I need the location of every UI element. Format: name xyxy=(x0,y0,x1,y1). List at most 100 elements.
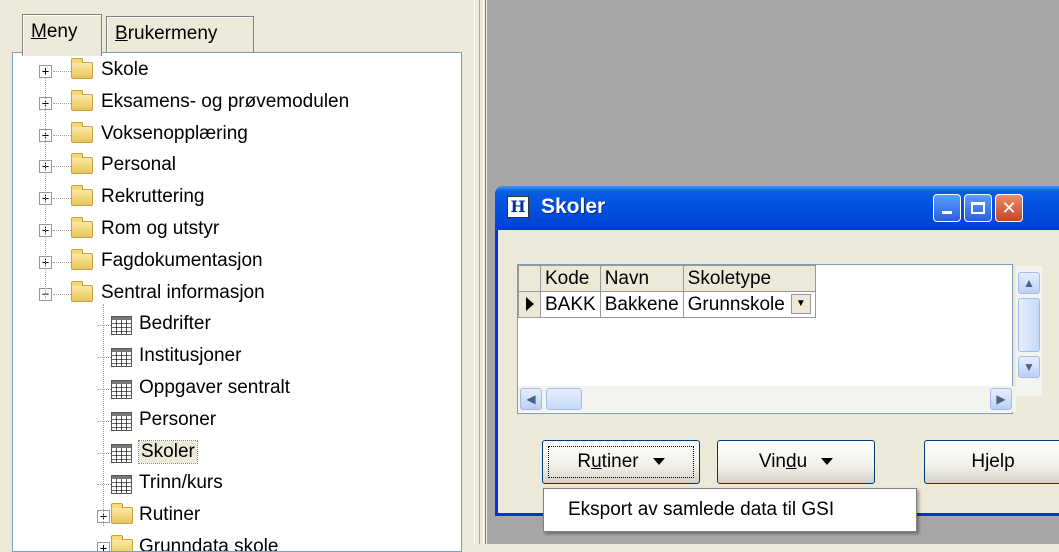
tree-node[interactable]: + Fagdokumentasjon xyxy=(13,247,461,278)
vindu-label-b: u xyxy=(796,451,808,472)
vindu-label-a: Vin xyxy=(758,451,786,472)
horizontal-scroll-thumb[interactable] xyxy=(546,388,582,410)
tab-meny-accel: M xyxy=(31,21,47,42)
mdi-workspace: H Skoler ✕ Kode Navn Skoletype BAKK Bakk… xyxy=(487,0,1059,544)
scroll-left-icon[interactable]: ◀ xyxy=(520,388,542,410)
tree-connector xyxy=(53,166,71,168)
tree-connector xyxy=(53,198,71,200)
tree-connector xyxy=(53,230,71,231)
scroll-right-icon[interactable]: ▶ xyxy=(990,388,1012,410)
app-icon[interactable]: H xyxy=(507,196,529,218)
hjelp-label-a: H xyxy=(971,451,986,472)
tree-connector xyxy=(53,102,71,104)
tree-node[interactable]: − Sentral informasjon xyxy=(13,279,461,310)
tree-connector xyxy=(53,71,71,72)
tree-connector xyxy=(97,420,111,422)
tree-node-label: Rekruttering xyxy=(101,186,205,208)
tree-connector xyxy=(97,452,111,454)
hjelp-button[interactable]: Hjelp xyxy=(924,440,1059,484)
cell-skoletype[interactable]: Grunnskole ▼ xyxy=(682,291,816,318)
close-icon: ✕ xyxy=(1001,198,1017,218)
table-icon xyxy=(111,411,132,431)
folder-icon xyxy=(71,89,93,111)
tab-brukermeny-label: rukermeny xyxy=(127,23,218,44)
minimize-button[interactable] xyxy=(933,194,961,222)
close-button[interactable]: ✕ xyxy=(995,194,1023,222)
skoler-window: H Skoler ✕ Kode Navn Skoletype BAKK Bakk… xyxy=(495,186,1059,516)
horizontal-scrollbar[interactable] xyxy=(518,386,1016,412)
tab-brukermeny-accel: B xyxy=(115,23,128,44)
tree-node[interactable]: + Rekruttering xyxy=(13,183,461,214)
tree-node-label: Skoler xyxy=(138,439,198,464)
column-header-skoletype[interactable]: Skoletype xyxy=(682,265,816,292)
tree-connector xyxy=(53,293,71,295)
tree-node[interactable]: + Rutiner xyxy=(13,501,461,532)
folder-icon xyxy=(71,280,93,302)
tree-node-label: Personer xyxy=(139,408,217,430)
expand-icon[interactable]: + xyxy=(39,65,52,78)
tree-connector xyxy=(53,261,71,263)
column-header-navn[interactable]: Navn xyxy=(599,265,684,292)
scroll-down-icon[interactable]: ▼ xyxy=(1018,356,1040,378)
cell-navn[interactable]: Bakkene xyxy=(599,291,684,318)
chevron-down-icon xyxy=(821,458,834,466)
folder-icon xyxy=(71,248,93,270)
maximize-button[interactable] xyxy=(964,194,992,222)
folder-icon xyxy=(71,58,93,79)
tree-node[interactable]: + Personal xyxy=(13,151,461,182)
vertical-scroll-thumb[interactable] xyxy=(1018,298,1040,352)
tree-node[interactable]: + Voksenopplæring xyxy=(13,120,461,151)
tree-node-label: Rutiner xyxy=(139,504,201,526)
tree-guide-line xyxy=(103,303,104,527)
scroll-up-icon[interactable]: ▲ xyxy=(1018,272,1040,294)
cell-kode[interactable]: BAKK xyxy=(540,291,601,318)
table-icon xyxy=(111,316,132,336)
tree-node-label: Skole xyxy=(101,59,149,80)
tree-node-label: Bedrifter xyxy=(139,313,211,335)
tree-node[interactable]: Oppgaver sentralt xyxy=(13,374,461,405)
hjelp-label-b: elp xyxy=(989,451,1015,472)
tab-brukermeny[interactable]: Brukermeny xyxy=(106,16,254,52)
tree-node-label: Oppgaver sentralt xyxy=(139,377,291,398)
folder-icon xyxy=(71,217,93,238)
tree-node[interactable]: Skoler xyxy=(13,438,461,469)
cell-skoletype-value: Grunnskole xyxy=(687,293,785,315)
menu-tree[interactable]: + Skole + Eksamens- og prøvemodulen + Vokseno… xyxy=(12,52,462,552)
tree-node[interactable]: + Eksamens- og prøvemodulen xyxy=(13,88,461,119)
rutiner-button[interactable]: Rutiner xyxy=(542,440,700,484)
skoletype-dropdown-button[interactable]: ▼ xyxy=(790,294,811,315)
tab-meny[interactable]: Meny xyxy=(22,14,102,56)
window-titlebar[interactable]: H Skoler ✕ xyxy=(495,186,1059,230)
tree-node-label: Voksenopplæring xyxy=(101,122,248,144)
menu-item-eksport[interactable]: Eksport av samlede data til GSI xyxy=(568,499,834,521)
tree-node[interactable]: + Rom og utstyr xyxy=(13,215,461,246)
tree-node[interactable]: Institusjoner xyxy=(13,342,461,373)
tree-connector xyxy=(97,484,111,486)
tree-connector xyxy=(97,357,111,359)
table-icon xyxy=(111,380,132,399)
grid-table: Kode Navn Skoletype BAKK Bakkene Grunnsk… xyxy=(518,265,816,318)
current-row-icon xyxy=(525,297,534,312)
tree-node[interactable]: Bedrifter xyxy=(13,310,461,341)
vindu-accel: d xyxy=(785,451,797,472)
tab-meny-label: eny xyxy=(46,21,78,42)
minimize-icon xyxy=(942,211,952,214)
table-icon xyxy=(111,475,132,495)
panel-splitter[interactable] xyxy=(474,0,486,544)
folder-icon xyxy=(111,535,133,551)
tree-node-label: Sentral informasjon xyxy=(101,281,265,303)
maximize-icon xyxy=(971,202,985,214)
tree-guide-line xyxy=(45,78,46,301)
vindu-button[interactable]: Vindu xyxy=(717,440,875,484)
tree-node[interactable]: + Skole xyxy=(13,56,461,87)
table-row[interactable]: BAKK Bakkene Grunnskole ▼ xyxy=(518,291,816,318)
tree-connector xyxy=(97,389,111,390)
tree-node-label: Trinn/kurs xyxy=(139,472,223,494)
table-icon xyxy=(111,443,132,463)
column-header-kode[interactable]: Kode xyxy=(540,265,601,292)
row-selector[interactable] xyxy=(518,291,541,318)
tree-node[interactable]: + Grunndata skole xyxy=(13,533,461,551)
folder-icon xyxy=(71,153,93,175)
tree-node[interactable]: Personer xyxy=(13,406,461,437)
tree-node[interactable]: Trinn/kurs xyxy=(13,469,461,500)
